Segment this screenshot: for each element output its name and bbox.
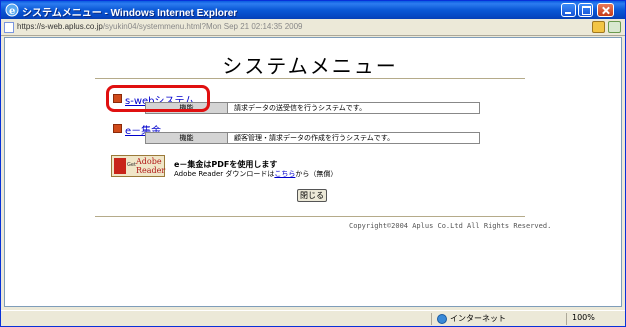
adobe-logo-icon [114, 158, 126, 174]
title-bar[interactable]: e システムメニュー - Windows Internet Explorer [1, 1, 625, 19]
status-divider [566, 313, 567, 325]
adobe-download-text: Adobe Reader ダウンロードはこちらから（無償） [174, 169, 337, 179]
adobe-product-line1: Adobe [136, 157, 162, 166]
adobe-get-text: Get [127, 162, 136, 168]
address-bar[interactable]: https://s-web.aplus.co.jp/syukin04/syste… [1, 19, 625, 36]
adobe-product-text: Adobe Reader [136, 157, 165, 175]
zone-label: インターネット [450, 314, 506, 323]
security-zone[interactable]: インターネット [437, 313, 506, 324]
page-icon [4, 22, 14, 33]
divider-bottom [95, 216, 525, 217]
adobe-product-line2: Reader [136, 166, 166, 175]
system-icon [113, 124, 122, 133]
download-prefix: Adobe Reader ダウンロードは [174, 170, 275, 178]
svg-text:e: e [9, 6, 15, 17]
minimize-button[interactable] [561, 3, 576, 17]
download-suffix: から（無償） [295, 170, 338, 178]
get-adobe-reader-badge[interactable]: Get Adobe Reader [111, 155, 165, 177]
browser-window: e システムメニュー - Windows Internet Explorer h… [0, 0, 626, 327]
status-bar: インターネット 100% [1, 310, 625, 326]
url-path: /syukin04/systemmenu.html?Mon Sep 21 02:… [102, 22, 303, 31]
page-content: システムメニュー s-webシステム 機能 請求データの送受信を行うシステムです… [4, 37, 622, 307]
function-description: 請求データの送受信を行うシステムです。 [234, 104, 367, 112]
url-field[interactable]: https://s-web.aplus.co.jp/syukin04/syste… [17, 22, 303, 31]
page-title: システムメニュー [222, 54, 398, 78]
function-label: 機能 [146, 133, 228, 143]
globe-icon [437, 313, 447, 324]
close-button[interactable]: 閉じる [297, 189, 327, 202]
url-scheme: https:// [17, 22, 42, 31]
url-host: s-web.aplus.co.jp [41, 22, 103, 31]
adobe-download-link[interactable]: こちら [274, 170, 295, 178]
zoom-level[interactable]: 100% [572, 313, 595, 322]
function-description: 顧客管理・請求データの作成を行うシステムです。 [234, 134, 395, 142]
close-window-button[interactable] [597, 3, 614, 17]
status-divider [431, 313, 432, 325]
highlight-circle [106, 85, 210, 112]
window-title: システムメニュー - Windows Internet Explorer [22, 8, 238, 19]
system-info-eshukin: 機能 顧客管理・請求データの作成を行うシステムです。 [145, 132, 480, 144]
internet-explorer-icon: e [5, 3, 19, 17]
copyright-text: Copyright©2004 Aplus Co.Ltd All Rights R… [349, 222, 552, 230]
page-menu-icon[interactable] [608, 21, 621, 33]
lock-icon[interactable] [592, 21, 605, 33]
maximize-button[interactable] [578, 3, 593, 17]
divider-top [95, 78, 525, 79]
